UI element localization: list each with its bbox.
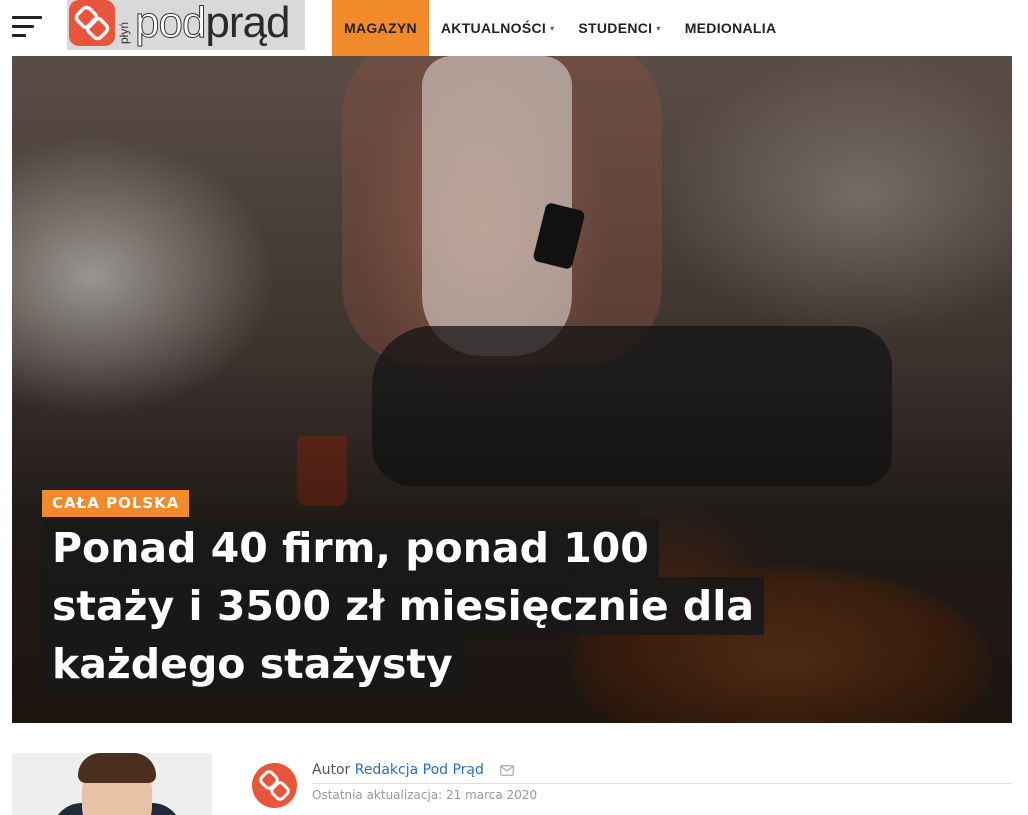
divider <box>312 783 1012 784</box>
headline-line[interactable]: każdego stażysty <box>42 635 463 693</box>
nav-item-magazyn[interactable]: MAGAZYN <box>332 0 429 56</box>
nav-item-aktualnosci[interactable]: AKTUALNOŚCI ▾ <box>429 0 567 56</box>
author-line: Autor Redakcja Pod Prąd <box>312 762 515 778</box>
last-updated: Ostatnia aktualizacja: 21 marca 2020 <box>312 788 538 802</box>
logo-text-pod: pod <box>134 0 206 48</box>
author-avatar[interactable] <box>252 763 297 808</box>
site-header: płyń podprąd MAGAZYN AKTUALNOŚCI ▾ STUDE… <box>0 0 1028 56</box>
chevron-down-icon: ▾ <box>550 23 555 33</box>
nav-item-medionalia[interactable]: MEDIONALIA <box>673 0 789 56</box>
logo-small-text: płyń <box>117 21 131 44</box>
logo-mark-icon <box>252 763 297 808</box>
nav-item-studenci[interactable]: STUDENCI ▾ <box>566 0 672 56</box>
thumbnail-photo-hair <box>78 753 156 783</box>
headline-line[interactable]: Ponad 40 firm, ponad 100 <box>42 519 659 577</box>
chevron-down-icon: ▾ <box>656 23 661 33</box>
nav-item-label: AKTUALNOŚCI <box>440 20 547 36</box>
logo-wordmark: podprąd <box>134 0 290 48</box>
related-thumbnail[interactable] <box>12 753 212 815</box>
main-nav: MAGAZYN AKTUALNOŚCI ▾ STUDENCI ▾ MEDIONA… <box>332 0 788 56</box>
nav-item-label: MEDIONALIA <box>684 20 777 36</box>
category-badge[interactable]: CAŁA POLSKA <box>42 490 190 517</box>
mail-icon[interactable] <box>500 764 515 776</box>
author-name-link[interactable]: Redakcja Pod Prąd <box>355 762 484 778</box>
logo-text-prad: prąd <box>205 0 290 47</box>
nav-item-label: MAGAZYN <box>344 20 417 36</box>
article-headline: Ponad 40 firm, ponad 100 staży i 3500 zł… <box>42 519 802 693</box>
site-logo[interactable]: płyń podprąd <box>67 0 305 50</box>
nav-item-label: STUDENCI <box>578 20 653 36</box>
logo-mark-icon <box>69 0 115 46</box>
author-prefix: Autor <box>312 762 351 778</box>
headline-line[interactable]: staży i 3500 zł miesięcznie dla <box>42 577 765 635</box>
menu-icon[interactable] <box>12 16 42 38</box>
